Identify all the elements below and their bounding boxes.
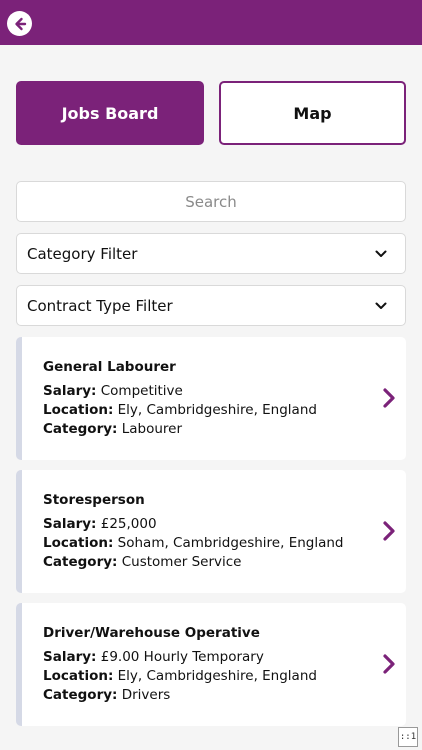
- tab-map[interactable]: Map: [219, 81, 406, 145]
- job-title: Storesperson: [43, 492, 145, 508]
- job-salary: Salary: Competitive: [43, 383, 183, 399]
- search-field: [16, 181, 406, 222]
- category-filter-select[interactable]: Category Filter: [16, 233, 406, 274]
- arrow-left-circle-icon: [14, 17, 26, 30]
- chevron-down-icon: [375, 250, 387, 257]
- job-card[interactable]: Storesperson Salary: £25,000 Location: S…: [16, 470, 406, 593]
- job-location: Location: Ely, Cambridgeshire, England: [43, 668, 317, 684]
- job-location: Location: Ely, Cambridgeshire, England: [43, 402, 317, 418]
- top-bar: [0, 0, 422, 45]
- corner-badge: ::1: [398, 727, 418, 747]
- contract-type-filter-label: Contract Type Filter: [27, 296, 173, 315]
- category-filter-label: Category Filter: [27, 244, 138, 263]
- chevron-right-icon[interactable]: [382, 653, 396, 675]
- job-category: Category: Customer Service: [43, 554, 242, 570]
- job-title: Driver/Warehouse Operative: [43, 625, 260, 641]
- chevron-down-icon: [375, 302, 387, 309]
- chevron-right-icon[interactable]: [382, 520, 396, 542]
- job-category: Category: Labourer: [43, 421, 183, 437]
- contract-type-filter-select[interactable]: Contract Type Filter: [16, 285, 406, 326]
- chevron-right-icon[interactable]: [382, 387, 396, 409]
- job-salary: Salary: £25,000: [43, 516, 157, 532]
- job-salary: Salary: £9.00 Hourly Temporary: [43, 649, 264, 665]
- back-button[interactable]: [7, 11, 32, 36]
- job-location: Location: Soham, Cambridgeshire, England: [43, 535, 344, 551]
- tab-jobs-board[interactable]: Jobs Board: [16, 81, 204, 145]
- job-card[interactable]: Driver/Warehouse Operative Salary: £9.00…: [16, 603, 406, 726]
- job-category: Category: Drivers: [43, 687, 171, 703]
- search-input[interactable]: [17, 192, 405, 211]
- job-card[interactable]: General Labourer Salary: Competitive Loc…: [16, 337, 406, 460]
- job-title: General Labourer: [43, 359, 176, 375]
